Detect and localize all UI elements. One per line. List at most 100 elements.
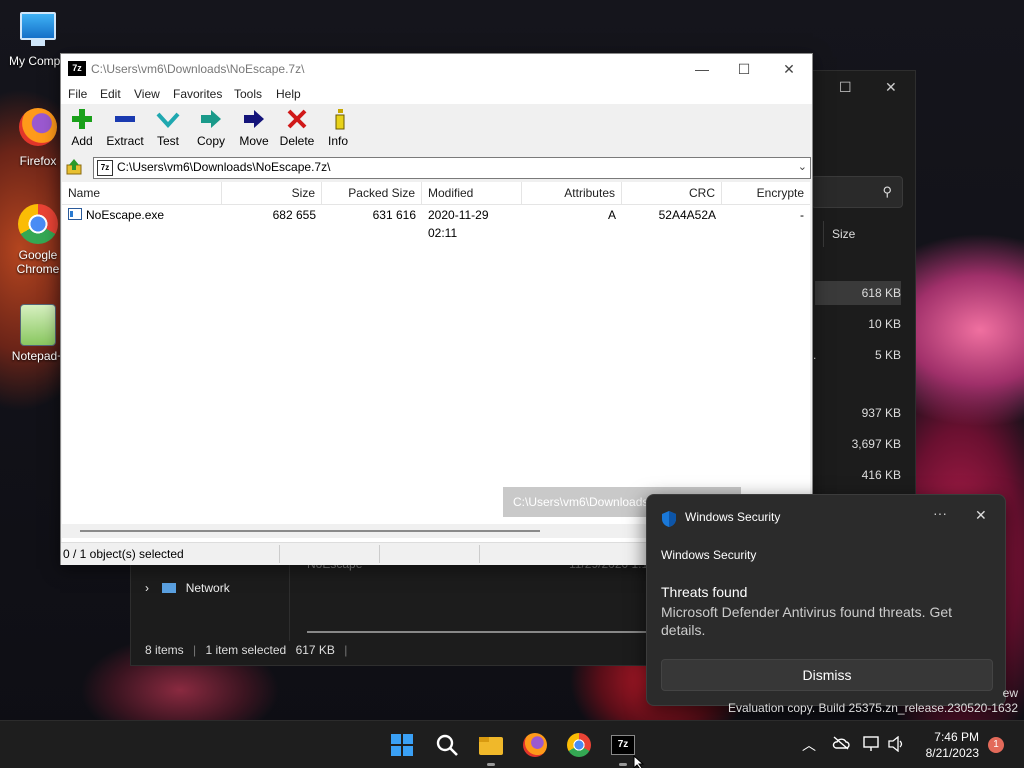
horizontal-scrollbar[interactable]: [307, 631, 667, 633]
toolbar-label: Copy: [196, 134, 225, 148]
firefox-icon[interactable]: [520, 730, 550, 760]
desktop-icon-label: Google Chrome: [16, 248, 60, 276]
move-button[interactable]: Move: [238, 108, 270, 148]
network-icon: [162, 583, 177, 593]
add-icon: [67, 108, 97, 130]
close-button[interactable]: ✕: [975, 507, 987, 524]
shield-icon: [661, 510, 677, 531]
column-header-packed-size[interactable]: Packed Size: [322, 182, 422, 204]
watermark-line: Evaluation copy. Build 25375.zn_release.…: [728, 701, 1018, 715]
toast-app-name: Windows Security: [685, 510, 781, 524]
cloud-offline-icon[interactable]: [832, 736, 850, 753]
cell-name: NoEscape.exe: [62, 206, 222, 224]
column-header-size[interactable]: Size: [823, 221, 916, 247]
7zip-app-icon: 7z: [68, 61, 86, 76]
chrome-icon[interactable]: [564, 730, 594, 760]
menu-help[interactable]: Help: [276, 87, 301, 101]
computer-icon: [20, 12, 56, 40]
size-cell[interactable]: 10 KB: [815, 312, 901, 336]
minimize-button[interactable]: —: [687, 58, 717, 80]
column-header-encrypted[interactable]: Encrypte: [722, 182, 810, 204]
cell-size: 682 655: [272, 208, 316, 222]
scrollbar-thumb[interactable]: [80, 530, 540, 532]
folder-up-icon[interactable]: [66, 159, 82, 175]
size-cell[interactable]: 416 KB: [815, 463, 901, 487]
menu-favorites[interactable]: Favorites: [173, 87, 222, 101]
copy-icon: [196, 108, 226, 130]
column-header-name[interactable]: Name: [62, 182, 222, 204]
dismiss-button[interactable]: Dismiss: [661, 659, 993, 691]
mouse-cursor-icon: [633, 754, 645, 768]
table-row[interactable]: NoEscape.exe 682 655 631 616 2020-11-29 …: [62, 206, 810, 240]
watermark-line: ew: [1002, 686, 1018, 700]
list-header: Name Size Packed Size Modified Attribute…: [62, 182, 810, 205]
size-cell[interactable]: 3,697 KB: [815, 432, 901, 456]
chrome-icon: [18, 204, 58, 244]
running-indicator: [619, 763, 627, 766]
menu-tools[interactable]: Tools: [234, 87, 262, 101]
cell-packed-size: 631 616: [372, 208, 416, 222]
toolbar-label: Test: [156, 134, 179, 148]
separator: |: [344, 643, 348, 657]
item-count: 8 items: [145, 643, 184, 657]
more-options-button[interactable]: ···: [933, 505, 947, 521]
toolbar-label: Move: [239, 134, 269, 148]
info-button[interactable]: Info: [325, 108, 351, 148]
column-header-crc[interactable]: CRC: [622, 182, 722, 204]
address-input[interactable]: 7z C:\Users\vm6\Downloads\NoEscape.7z\ ⌄: [93, 157, 811, 179]
test-button[interactable]: Test: [153, 108, 183, 148]
status-divider: [379, 545, 380, 563]
file-explorer-icon[interactable]: [476, 730, 506, 766]
move-icon: [239, 108, 269, 130]
network-icon[interactable]: [863, 736, 881, 755]
copy-button[interactable]: Copy: [195, 108, 227, 148]
toast-title: Threats found: [661, 584, 748, 600]
size-cell[interactable]: 618 KB: [815, 281, 901, 305]
system-clock[interactable]: 7:46 PM 8/21/2023: [915, 729, 979, 761]
notification-toast[interactable]: Windows Security ··· ✕ Windows Security …: [646, 494, 1006, 706]
notepad-plus-plus-icon: [20, 304, 56, 346]
toast-header: Windows Security: [661, 548, 757, 562]
menu-edit[interactable]: Edit: [100, 87, 121, 101]
cell-attributes: A: [607, 208, 616, 222]
notification-badge[interactable]: 1: [988, 737, 1004, 753]
extract-button[interactable]: Extract: [105, 108, 145, 148]
clock-date: 8/21/2023: [925, 746, 979, 760]
chevron-down-icon[interactable]: ⌄: [798, 160, 807, 173]
title-bar[interactable]: 7z C:\Users\vm6\Downloads\NoEscape.7z\ —…: [61, 54, 812, 84]
nav-item-network[interactable]: › Network: [145, 581, 230, 595]
address-text: C:\Users\vm6\Downloads\NoEscape.7z\: [117, 160, 331, 174]
window-title: C:\Users\vm6\Downloads\NoEscape.7z\: [91, 62, 305, 76]
cell-modified: 2020-11-29 02:11: [428, 208, 489, 240]
size-cell[interactable]: 5 KB: [815, 343, 901, 367]
search-box[interactable]: ⚲: [811, 176, 903, 208]
column-header-modified[interactable]: Modified: [422, 182, 522, 204]
maximize-button[interactable]: ☐: [729, 58, 759, 80]
selection-status: 0 / 1 object(s) selected: [63, 547, 184, 561]
selection-size: 617 KB: [295, 643, 335, 657]
status-divider: [279, 545, 280, 563]
menu-view[interactable]: View: [134, 87, 160, 101]
close-button[interactable]: ✕: [774, 58, 804, 80]
toolbar-label: Info: [327, 134, 348, 148]
chevron-up-icon[interactable]: ︿: [802, 735, 816, 755]
search-icon[interactable]: [432, 730, 462, 760]
close-button[interactable]: ✕: [885, 79, 897, 96]
column-header-size[interactable]: Size: [222, 182, 322, 204]
cell-encrypted: -: [800, 208, 804, 222]
start-icon[interactable]: [387, 730, 417, 760]
selection-count: 1 item selected: [205, 643, 287, 657]
column-header-attributes[interactable]: Attributes: [522, 182, 622, 204]
clock-time: 7:46 PM: [934, 730, 979, 744]
delete-icon: [282, 108, 312, 130]
menu-file[interactable]: File: [68, 87, 87, 101]
toast-body[interactable]: Microsoft Defender Antivirus found threa…: [661, 603, 981, 639]
search-icon: ⚲: [882, 184, 892, 199]
delete-button[interactable]: Delete: [279, 108, 315, 148]
volume-icon[interactable]: [887, 735, 905, 755]
exe-file-icon: [68, 208, 82, 220]
maximize-button[interactable]: ☐: [839, 79, 852, 96]
extract-icon: [110, 108, 140, 130]
add-button[interactable]: Add: [67, 108, 97, 148]
size-cell[interactable]: 937 KB: [815, 401, 901, 425]
